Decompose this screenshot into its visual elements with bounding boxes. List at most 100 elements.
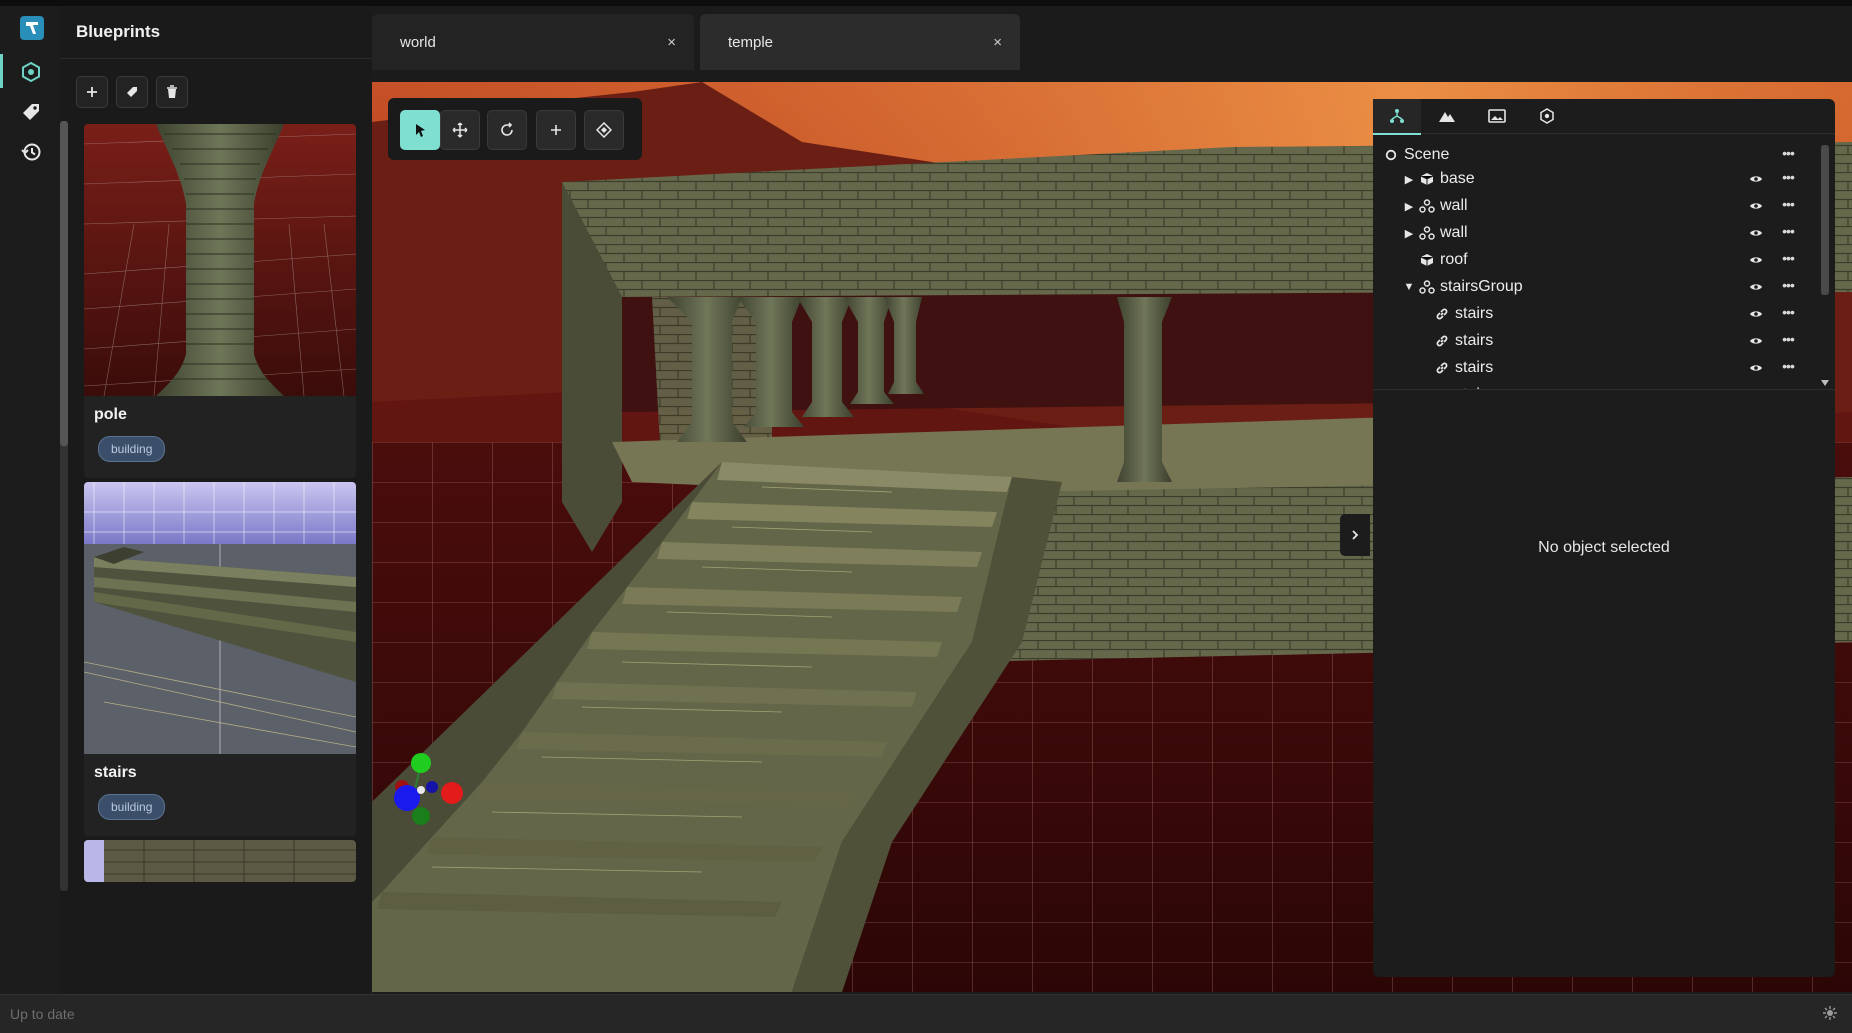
- visibility-eye-icon[interactable]: [1748, 171, 1764, 187]
- scroll-down-icon[interactable]: [1820, 379, 1830, 387]
- tab-temple[interactable]: temple ×: [700, 14, 1020, 70]
- scrollbar-thumb[interactable]: [1821, 145, 1829, 295]
- more-options-icon[interactable]: •••: [1777, 330, 1799, 350]
- asset-icon: [1540, 108, 1554, 124]
- scrollbar[interactable]: [60, 121, 68, 891]
- hierarchy-icon: [1390, 109, 1404, 123]
- tab-images[interactable]: [1473, 99, 1521, 133]
- mesh-icon: [1419, 252, 1435, 268]
- empty-selection-message: No object selected: [1538, 539, 1670, 556]
- active-indicator: [0, 54, 3, 88]
- visibility-eye-icon[interactable]: [1748, 360, 1764, 376]
- move-tool-button[interactable]: [440, 110, 480, 150]
- tree-label: stairs: [1455, 305, 1494, 322]
- visibility-eye-icon[interactable]: [1748, 198, 1764, 214]
- add-blueprint-button[interactable]: [76, 76, 108, 108]
- tree-row-wall[interactable]: ▶ wall •••: [1373, 193, 1817, 220]
- collapse-panel-button[interactable]: [1340, 514, 1370, 556]
- tab-label: temple: [728, 33, 774, 51]
- caret-right-icon[interactable]: ▶: [1402, 172, 1416, 186]
- more-options-icon[interactable]: •••: [1777, 144, 1799, 164]
- more-options-icon[interactable]: •••: [1777, 195, 1799, 215]
- tree-row-stairs[interactable]: stairs: [1373, 382, 1817, 389]
- tree-label: wall: [1440, 224, 1468, 241]
- tree-label: stairs: [1455, 359, 1494, 376]
- snap-tool-button[interactable]: [584, 110, 624, 150]
- tree-row-scene[interactable]: Scene •••: [1373, 142, 1817, 169]
- link-icon: [1434, 333, 1450, 349]
- outliner-panel: Scene ••• ▶ base ••• ▶ wall ••• ▶ wall •…: [1373, 99, 1835, 977]
- close-tab-icon[interactable]: ×: [667, 34, 676, 51]
- app-logo-icon[interactable]: [20, 16, 44, 40]
- divider: [60, 58, 372, 59]
- scene-tree: Scene ••• ▶ base ••• ▶ wall ••• ▶ wall •…: [1373, 135, 1817, 389]
- activity-rail: [0, 6, 61, 994]
- rotate-icon: [501, 122, 513, 136]
- more-options-icon[interactable]: •••: [1777, 222, 1799, 242]
- blueprint-card-stairs[interactable]: stairs building: [84, 482, 356, 836]
- visibility-eye-icon[interactable]: [1748, 225, 1764, 241]
- close-tab-icon[interactable]: ×: [993, 34, 1002, 51]
- card-tag-badge[interactable]: building: [98, 436, 166, 462]
- group-icon: [1419, 279, 1435, 295]
- card-tag-badge[interactable]: building: [98, 794, 166, 820]
- more-options-icon[interactable]: •••: [1777, 357, 1799, 377]
- image-icon: [1488, 109, 1506, 123]
- scene-viewport[interactable]: Scene ••• ▶ base ••• ▶ wall ••• ▶ wall •…: [372, 82, 1852, 992]
- settings-icon[interactable]: [1822, 1005, 1838, 1021]
- snap-icon: [596, 122, 612, 138]
- history-icon[interactable]: [16, 137, 46, 167]
- tab-hierarchy[interactable]: [1373, 99, 1421, 135]
- tree-label: stairsGroup: [1440, 278, 1523, 295]
- partial-thumbnail: [84, 840, 356, 882]
- divider: [1373, 389, 1835, 390]
- stairs-thumbnail: [84, 482, 356, 754]
- tree-row-stairs[interactable]: stairs •••: [1373, 301, 1817, 328]
- tree-scrollbar[interactable]: [1820, 135, 1830, 389]
- tag-icon[interactable]: [16, 97, 46, 127]
- tree-row-roof[interactable]: roof •••: [1373, 247, 1817, 274]
- more-options-icon[interactable]: •••: [1777, 303, 1799, 323]
- more-options-icon[interactable]: •••: [1777, 276, 1799, 296]
- terrain-icon: [1439, 112, 1455, 122]
- tree-label: Scene: [1404, 146, 1450, 163]
- group-icon: [1419, 225, 1435, 241]
- move-icon: [452, 122, 468, 138]
- outliner-tabs: [1373, 99, 1835, 135]
- more-options-icon[interactable]: •••: [1777, 168, 1799, 188]
- visibility-eye-icon[interactable]: [1748, 252, 1764, 268]
- visibility-eye-icon[interactable]: [1748, 333, 1764, 349]
- tab-world[interactable]: world ×: [372, 14, 694, 70]
- pole-thumbnail: [84, 124, 356, 396]
- transform-toolbar: [388, 98, 642, 160]
- caret-down-icon[interactable]: ▼: [1402, 280, 1416, 294]
- tree-row-stairs[interactable]: stairs •••: [1373, 328, 1817, 355]
- caret-right-icon[interactable]: ▶: [1402, 199, 1416, 213]
- blueprint-card-partial[interactable]: [84, 840, 356, 882]
- tree-row-stairs[interactable]: stairs •••: [1373, 355, 1817, 382]
- select-tool-button[interactable]: [400, 110, 440, 150]
- rotate-tool-button[interactable]: [487, 110, 527, 150]
- delete-blueprint-button[interactable]: [156, 76, 188, 108]
- document-tabs: world × temple ×: [372, 6, 1852, 82]
- more-options-icon[interactable]: •••: [1777, 249, 1799, 269]
- tree-row-stairsgroup[interactable]: ▼ stairsGroup •••: [1373, 274, 1817, 301]
- select-icon: [416, 124, 425, 137]
- caret-right-icon[interactable]: ▶: [1402, 226, 1416, 240]
- blueprints-icon[interactable]: [16, 57, 46, 87]
- visibility-eye-icon[interactable]: [1748, 306, 1764, 322]
- tree-label: base: [1440, 170, 1475, 187]
- tab-assets[interactable]: [1523, 99, 1571, 133]
- blueprint-card-pole[interactable]: pole building: [84, 124, 356, 478]
- tree-row-wall[interactable]: ▶ wall •••: [1373, 220, 1817, 247]
- tab-label: world: [400, 33, 436, 51]
- visibility-eye-icon[interactable]: [1748, 279, 1764, 295]
- add-tool-button[interactable]: [536, 110, 576, 150]
- tag-blueprint-button[interactable]: [116, 76, 148, 108]
- group-icon: [1419, 198, 1435, 214]
- tree-label: roof: [1440, 251, 1468, 268]
- add-icon: [551, 125, 561, 135]
- scrollbar-thumb[interactable]: [60, 121, 68, 446]
- tree-row-base[interactable]: ▶ base •••: [1373, 166, 1817, 193]
- tab-terrain[interactable]: [1423, 99, 1471, 133]
